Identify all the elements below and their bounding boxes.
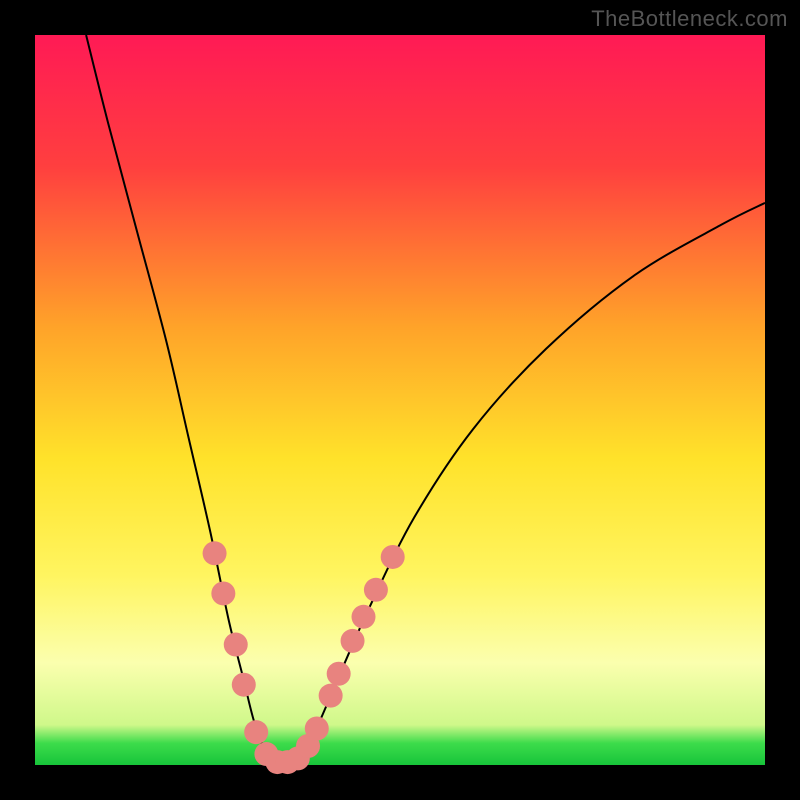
curve-marker	[305, 717, 329, 741]
curve-marker	[381, 545, 405, 569]
watermark-label: TheBottleneck.com	[591, 6, 788, 32]
curve-marker	[341, 629, 365, 653]
curve-marker	[364, 578, 388, 602]
bottleneck-chart	[0, 0, 800, 800]
curve-marker	[244, 720, 268, 744]
curve-marker	[319, 684, 343, 708]
curve-marker	[211, 581, 235, 605]
curve-marker	[327, 662, 351, 686]
chart-frame: TheBottleneck.com	[0, 0, 800, 800]
curve-marker	[352, 605, 376, 629]
curve-marker	[224, 633, 248, 657]
curve-marker	[232, 673, 256, 697]
curve-marker	[203, 541, 227, 565]
plot-background	[35, 35, 765, 765]
